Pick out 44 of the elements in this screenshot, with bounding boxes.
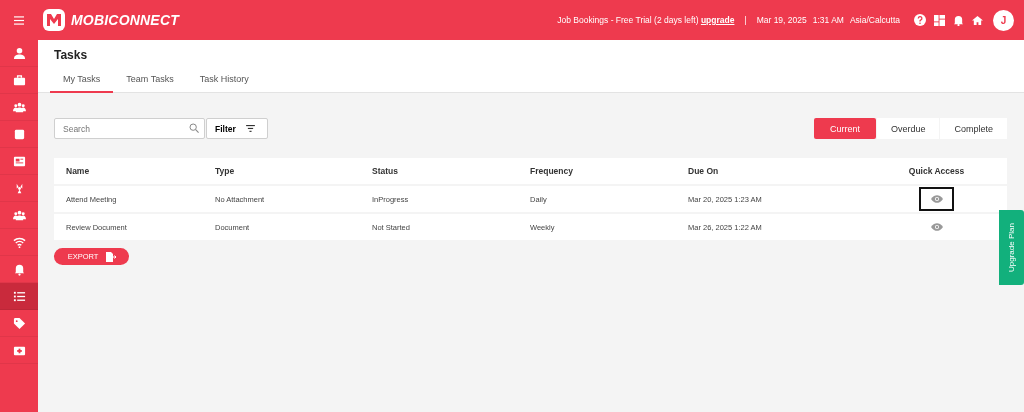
trial-notice: Job Bookings - Free Trial (2 days left) upgrade <box>557 15 735 25</box>
search-field[interactable]: Search <box>54 118 205 139</box>
user-avatar[interactable]: J <box>993 9 1014 31</box>
logo-icon <box>42 8 66 32</box>
home-icon[interactable] <box>972 14 983 26</box>
menu-icon[interactable] <box>14 15 24 25</box>
column-header: Due On <box>676 158 866 184</box>
column-header: Quick Access <box>866 158 1007 184</box>
tab[interactable]: Task History <box>186 74 262 93</box>
upgrade-link[interactable]: upgrade <box>700 15 735 25</box>
time-text: 1:31 AM <box>812 15 844 25</box>
group-icon <box>12 208 26 222</box>
column-header: Frequency <box>518 158 676 184</box>
search-icon <box>189 123 199 133</box>
separator: | <box>744 15 747 25</box>
dashboard-icon[interactable] <box>934 14 945 26</box>
column-header: Status <box>360 158 518 184</box>
newspaper-icon <box>12 154 26 168</box>
tab[interactable]: Team Tasks <box>113 74 187 93</box>
user-icon <box>12 46 26 60</box>
group-icon <box>12 100 26 114</box>
tag-icon <box>12 316 26 330</box>
filter-button[interactable]: Filter <box>206 118 268 139</box>
wifi-icon <box>12 235 26 249</box>
help-icon[interactable] <box>914 14 926 26</box>
date-text: Mar 19, 2025 <box>756 15 807 25</box>
column-header: Type <box>203 158 360 184</box>
status-filter-button[interactable]: Complete <box>940 118 1007 139</box>
brand-name: MOBICONNECT <box>71 12 179 28</box>
timezone-text: Asia/Calcutta <box>849 15 900 25</box>
view-icon[interactable] <box>930 195 943 203</box>
file-export-icon <box>106 251 118 262</box>
bell-icon[interactable] <box>953 14 964 26</box>
page-title: Tasks <box>54 48 89 62</box>
view-icon[interactable] <box>930 223 943 231</box>
status-filter-button[interactable]: Overdue <box>876 118 940 139</box>
column-header: Name <box>54 158 203 184</box>
briefcase-icon <box>12 73 26 87</box>
tab[interactable]: My Tasks <box>50 74 114 93</box>
list-icon <box>12 289 26 303</box>
sidebar-item[interactable] <box>0 283 38 310</box>
filter-icon <box>245 125 255 132</box>
status-filter-button[interactable]: Current <box>813 118 876 139</box>
square-icon <box>12 127 26 141</box>
